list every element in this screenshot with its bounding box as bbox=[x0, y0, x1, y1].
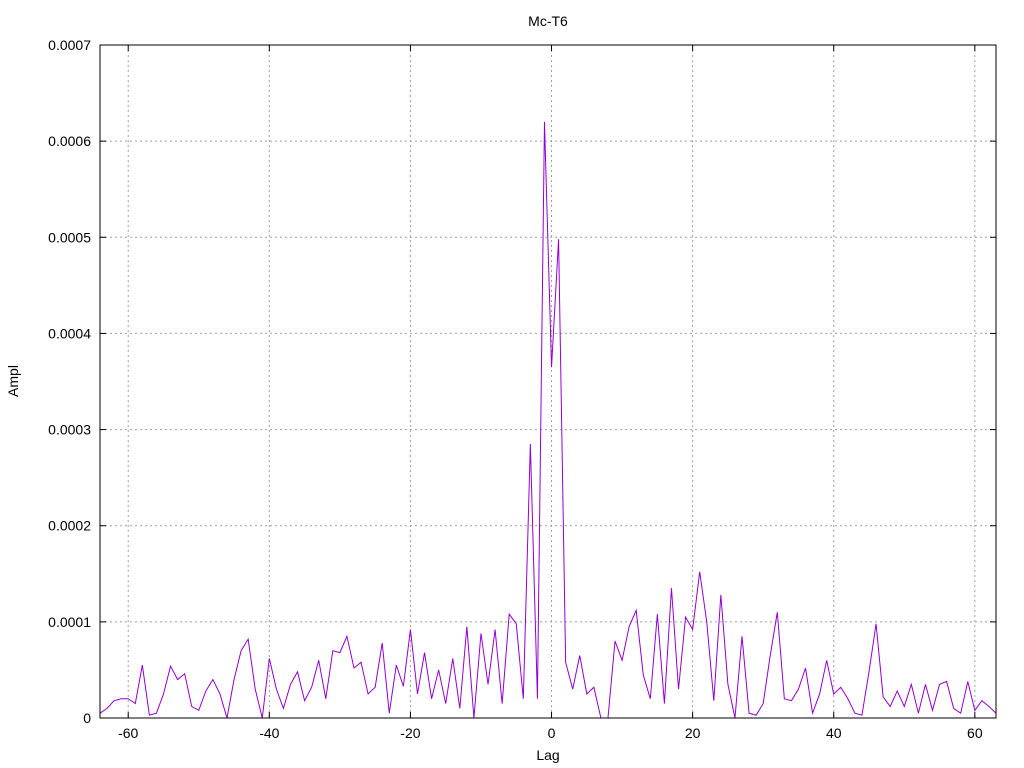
x-axis-label: Lag bbox=[536, 747, 559, 763]
y-tick-label: 0 bbox=[83, 710, 91, 726]
plot-frame bbox=[99, 44, 997, 719]
x-tick-label: -40 bbox=[259, 725, 279, 741]
grid-lines bbox=[100, 44, 996, 719]
y-tick-label: 0.0001 bbox=[48, 614, 91, 630]
y-tick-label: 0.0007 bbox=[48, 37, 91, 53]
x-tick-label: 60 bbox=[967, 725, 983, 741]
y-tick-label: 0.0004 bbox=[48, 325, 91, 341]
x-tick-label: 20 bbox=[685, 725, 701, 741]
chart-title: Mc-T6 bbox=[528, 13, 568, 29]
x-tick-label: 0 bbox=[548, 725, 556, 741]
x-tick-label: -60 bbox=[118, 725, 138, 741]
x-tick-label: -20 bbox=[400, 725, 420, 741]
series-line bbox=[99, 121, 997, 719]
y-axis-label: Ampl bbox=[5, 365, 21, 397]
line-chart: Mc-T6 -60 -40 -20 0 20 40 60 0 0.0001 0.0002 0.000… bbox=[5, 13, 997, 763]
y-tick-label: 0.0005 bbox=[48, 229, 91, 245]
tick-labels: -60 -40 -20 0 20 40 60 0 0.0001 0.0002 0.0003 0.000… bbox=[48, 37, 983, 741]
y-tick-label: 0.0006 bbox=[48, 133, 91, 149]
x-tick-label: 40 bbox=[826, 725, 842, 741]
y-tick-label: 0.0003 bbox=[48, 422, 91, 438]
y-tick-label: 0.0002 bbox=[48, 518, 91, 534]
axis-ticks bbox=[100, 44, 996, 719]
